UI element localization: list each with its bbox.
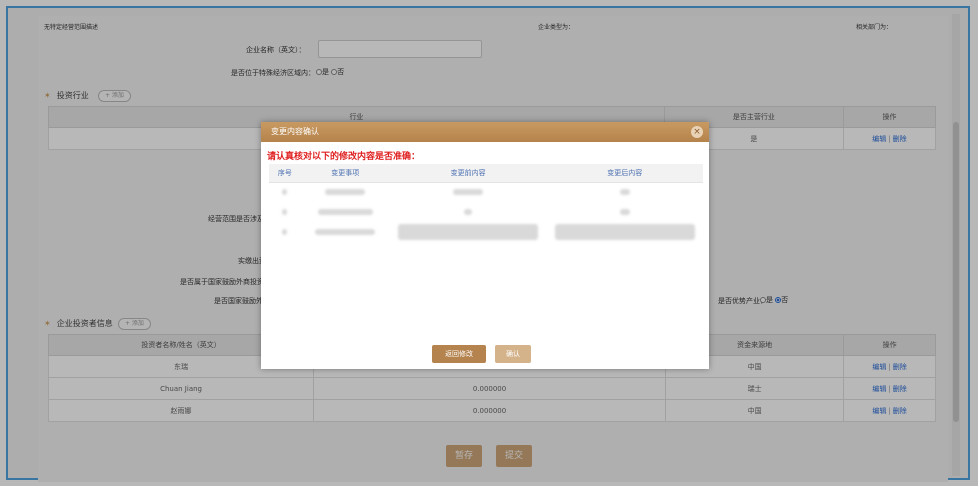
warning-text: 请认真核对以下的修改内容是否准确： (267, 152, 421, 162)
redacted-cell (282, 189, 288, 195)
redacted-cell (453, 189, 484, 195)
table-row (269, 183, 703, 204)
confirm-button[interactable]: 确认 (495, 345, 531, 363)
close-icon[interactable]: × (691, 126, 703, 138)
dialog-title: 变更内容确认 (271, 127, 319, 136)
redacted-cell (464, 209, 473, 215)
redacted-cell (317, 209, 373, 215)
redacted-cell (554, 224, 695, 240)
table-row (269, 223, 703, 243)
redacted-cell (619, 209, 630, 215)
change-item-column-header: 变更事项 (300, 164, 390, 183)
redacted-cell (282, 229, 288, 235)
redacted-cell (619, 189, 630, 195)
back-to-edit-button[interactable]: 返回修改 (432, 345, 486, 363)
redacted-cell (398, 224, 539, 240)
redacted-cell (325, 189, 366, 195)
index-column-header: 序号 (269, 164, 301, 183)
dialog-header: 变更内容确认 × (261, 122, 709, 142)
change-table: 序号 变更事项 变更前内容 变更后内容 (269, 164, 703, 243)
before-column-header: 变更前内容 (389, 164, 547, 183)
change-confirm-dialog: 变更内容确认 × 请认真核对以下的修改内容是否准确： 序号 变更事项 变更前内容… (261, 122, 709, 369)
redacted-cell (315, 229, 376, 235)
redacted-cell (282, 209, 288, 215)
table-row (269, 203, 703, 223)
after-column-header: 变更后内容 (546, 164, 703, 183)
